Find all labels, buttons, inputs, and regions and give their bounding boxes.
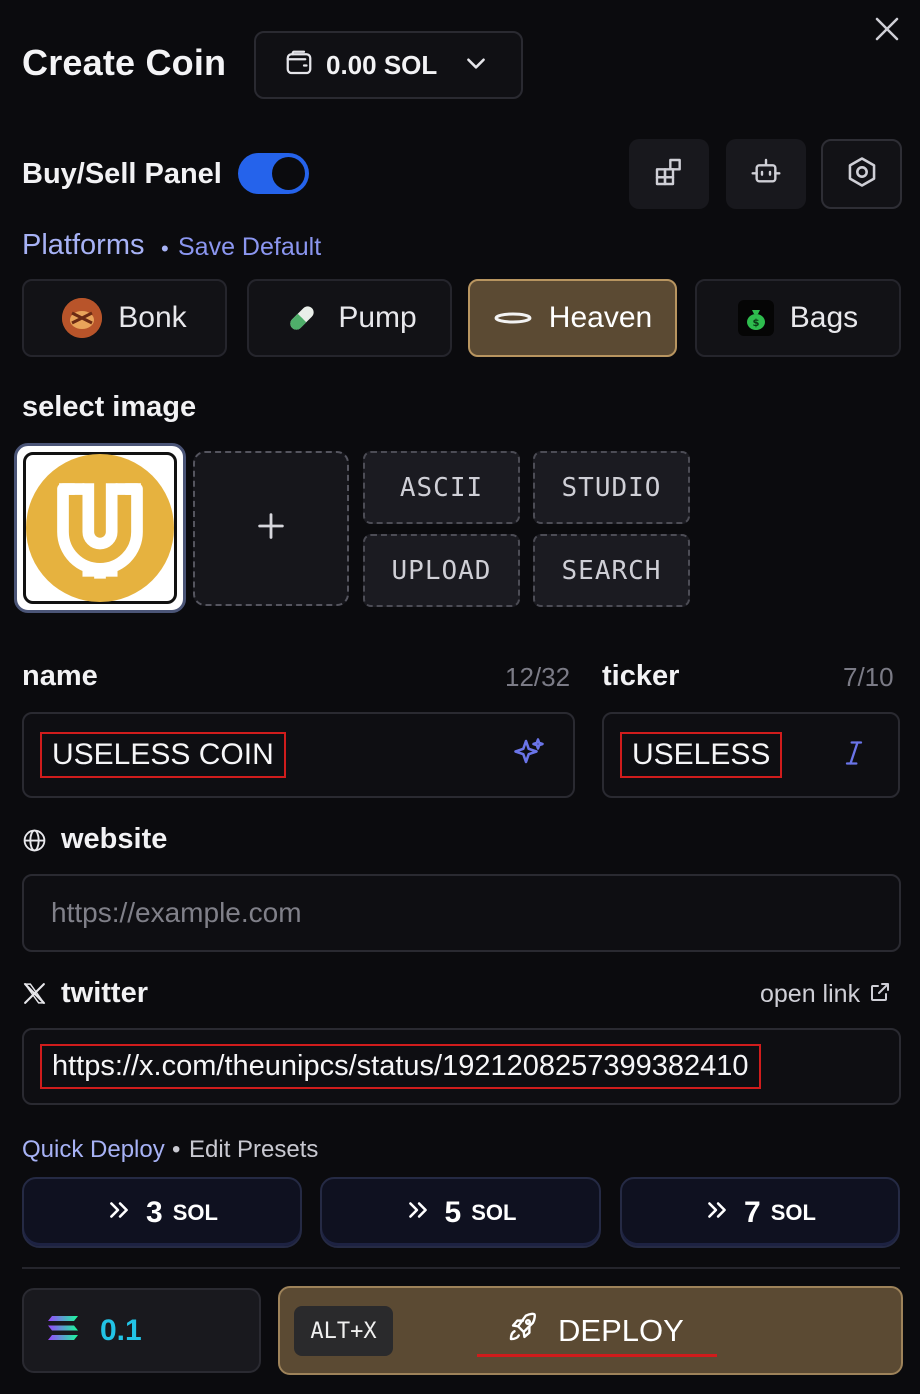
buy-sell-toggle[interactable] xyxy=(238,153,309,194)
money-bag-icon: $ xyxy=(737,300,774,336)
svg-text:$: $ xyxy=(752,318,759,329)
ascii-button[interactable]: ASCII xyxy=(363,451,520,524)
ticker-char-count: 7/10 xyxy=(843,662,894,692)
open-link-label: open link xyxy=(760,980,861,1008)
double-chevron-right-icon xyxy=(405,1197,431,1228)
deploy-underline-annotation xyxy=(477,1354,717,1357)
x-logo-icon xyxy=(22,981,47,1011)
save-default-link[interactable]: Save Default xyxy=(178,233,321,262)
quick-deploy-preset-7[interactable]: 7 SOL xyxy=(620,1177,900,1248)
useless-coin-logo xyxy=(26,454,174,602)
platforms-separator: • xyxy=(161,236,169,261)
italic-icon[interactable] xyxy=(840,738,868,773)
deploy-button[interactable]: ALT+X DEPLOY xyxy=(278,1286,903,1375)
wallet-balance-dropdown[interactable]: 0.00 SOL xyxy=(254,31,523,99)
platform-label: Heaven xyxy=(548,301,653,334)
twitter-input[interactable]: https://x.com/theunipcs/status/192120825… xyxy=(22,1028,901,1105)
quick-deploy-preset-3[interactable]: 3 SOL xyxy=(22,1177,302,1248)
sparkle-icon[interactable] xyxy=(511,735,547,776)
wallet-icon xyxy=(284,48,314,83)
quick-deploy-separator: • xyxy=(172,1136,181,1163)
divider xyxy=(22,1267,900,1269)
solana-icon xyxy=(46,1314,80,1347)
rocket-icon xyxy=(506,1310,540,1352)
settings-button[interactable] xyxy=(821,139,902,209)
double-chevron-right-icon xyxy=(106,1197,132,1228)
selected-image-thumbnail[interactable] xyxy=(14,443,186,613)
open-link[interactable]: open link xyxy=(760,980,892,1009)
globe-icon xyxy=(22,828,47,858)
widgets-button[interactable] xyxy=(629,139,709,209)
external-link-icon xyxy=(868,980,892,1009)
search-button[interactable]: SEARCH xyxy=(533,534,690,607)
deploy-amount-input[interactable]: 0.1 xyxy=(22,1288,261,1373)
hexagon-settings-icon xyxy=(845,155,879,194)
select-image-label: select image xyxy=(22,391,197,423)
upload-button[interactable]: UPLOAD xyxy=(363,534,520,607)
quick-deploy-preset-5[interactable]: 5 SOL xyxy=(320,1177,601,1248)
page-title: Create Coin xyxy=(22,42,227,83)
widgets-icon xyxy=(653,156,685,193)
name-input[interactable]: USELESS COIN xyxy=(22,712,575,798)
ticker-value: USELESS xyxy=(620,732,783,778)
ticker-label: ticker xyxy=(602,660,680,692)
plus-icon xyxy=(254,509,288,548)
double-chevron-right-icon xyxy=(704,1197,730,1228)
buy-sell-panel-label: Buy/Sell Panel xyxy=(22,158,222,190)
platform-label: Bonk xyxy=(118,301,187,334)
pill-icon xyxy=(282,298,322,338)
preset-unit: SOL xyxy=(471,1199,517,1225)
wallet-balance: 0.00 SOL xyxy=(326,49,438,80)
platform-heaven[interactable]: Heaven xyxy=(468,279,677,357)
name-label: name xyxy=(22,660,98,692)
preset-amount: 5 xyxy=(444,1195,462,1229)
name-char-count: 12/32 xyxy=(505,662,571,692)
platform-bags[interactable]: $ Bags xyxy=(695,279,901,357)
preset-unit: SOL xyxy=(172,1199,218,1225)
studio-button[interactable]: STUDIO xyxy=(533,451,690,524)
preset-amount: 3 xyxy=(146,1195,163,1229)
hotkey-badge: ALT+X xyxy=(294,1306,393,1356)
name-value: USELESS COIN xyxy=(40,732,286,778)
website-input[interactable]: https://example.com xyxy=(22,874,901,952)
deploy-label: DEPLOY xyxy=(558,1313,684,1348)
halo-icon xyxy=(493,298,533,338)
twitter-label: twitter xyxy=(61,977,148,1009)
add-image-button[interactable] xyxy=(193,451,349,606)
close-icon[interactable] xyxy=(872,14,902,44)
chevron-down-icon xyxy=(463,50,489,81)
platform-label: Pump xyxy=(338,301,417,334)
platforms-label: Platforms xyxy=(22,229,145,261)
deploy-amount-value: 0.1 xyxy=(100,1313,142,1347)
quick-deploy-label: Quick Deploy xyxy=(22,1136,165,1163)
edit-presets-link[interactable]: Edit Presets xyxy=(189,1136,318,1164)
ticker-input[interactable]: USELESS xyxy=(602,712,900,798)
bonk-icon xyxy=(62,298,103,338)
bot-icon xyxy=(750,156,782,193)
preset-unit: SOL xyxy=(770,1199,816,1225)
bot-button[interactable] xyxy=(726,139,806,209)
website-label: website xyxy=(61,823,168,855)
platform-label: Bags xyxy=(789,301,859,334)
website-placeholder: https://example.com xyxy=(51,897,302,928)
platform-bonk[interactable]: Bonk xyxy=(22,279,227,357)
preset-amount: 7 xyxy=(744,1195,761,1229)
platform-pump[interactable]: Pump xyxy=(247,279,452,357)
twitter-value: https://x.com/theunipcs/status/192120825… xyxy=(40,1044,761,1089)
